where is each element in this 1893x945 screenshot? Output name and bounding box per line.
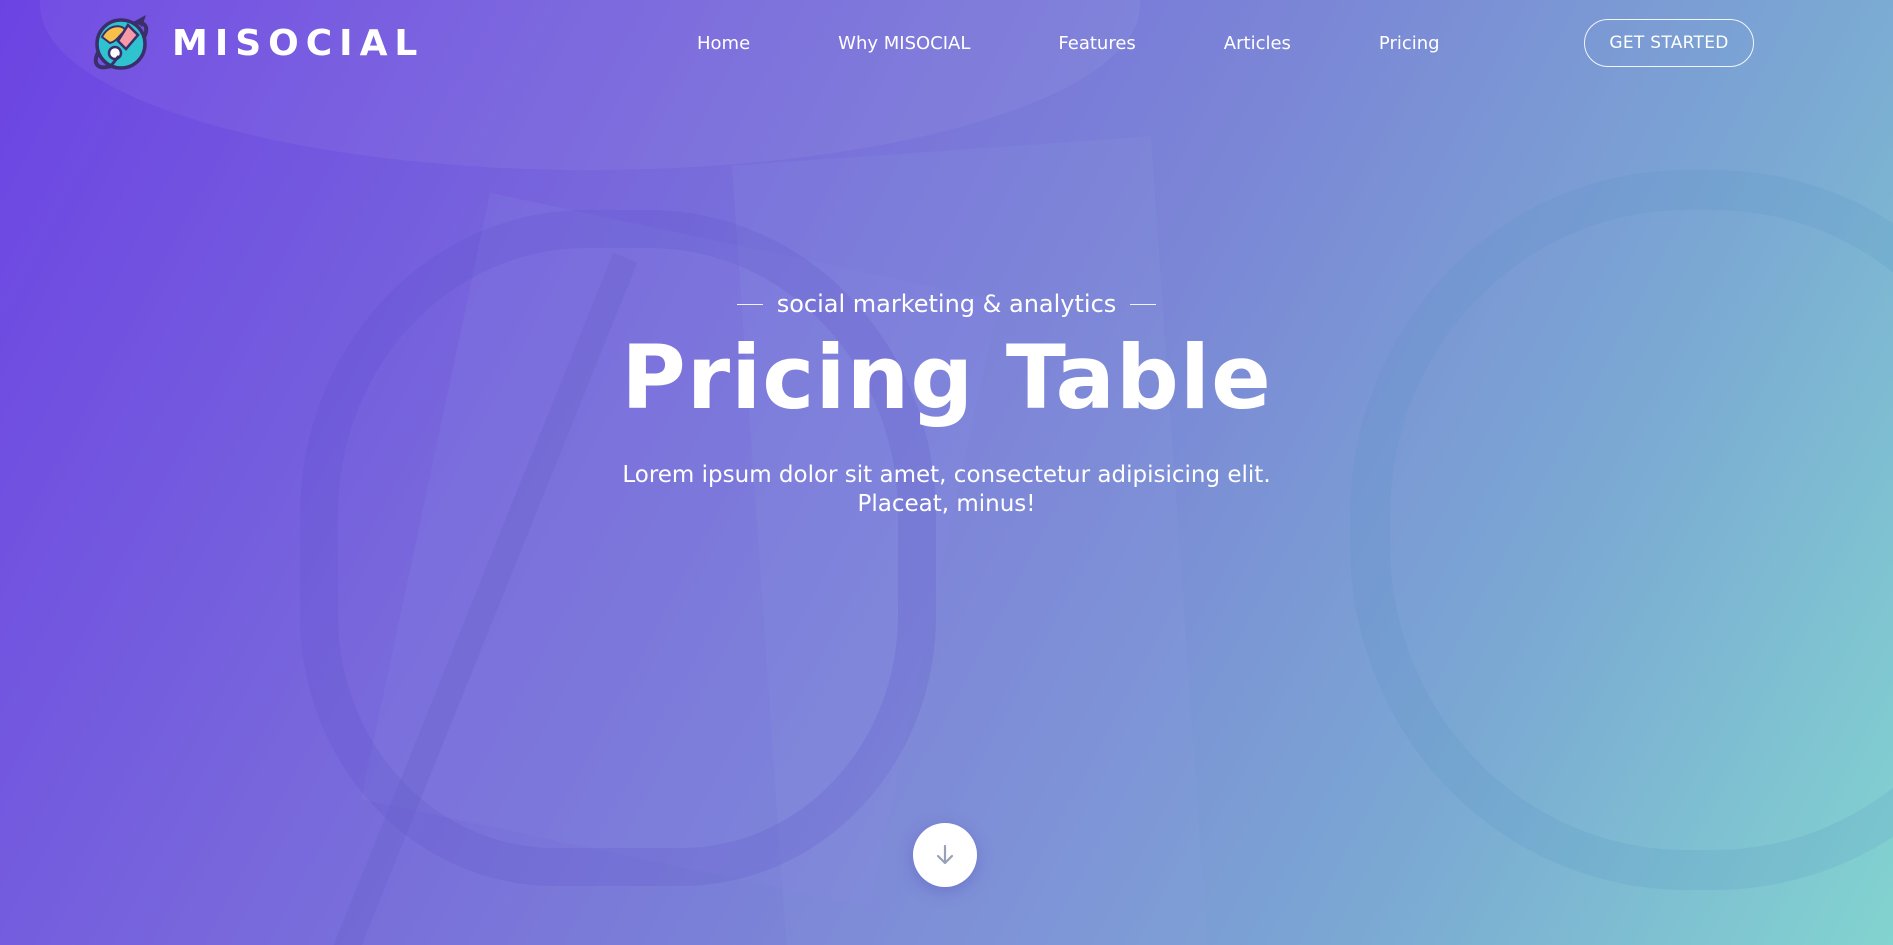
hero-content: social marketing & analytics Pricing Tab… xyxy=(0,290,1893,519)
brand-name: MISOCIAL xyxy=(172,22,425,64)
brand-logo[interactable]: MISOCIAL xyxy=(88,11,424,75)
hero-section: MISOCIAL Home Why MISOCIAL Features Arti… xyxy=(0,0,1893,945)
planet-rocket-icon xyxy=(93,15,149,70)
navbar: MISOCIAL Home Why MISOCIAL Features Arti… xyxy=(0,0,1893,88)
scroll-down-button[interactable] xyxy=(913,823,977,887)
nav-link-pricing[interactable]: Pricing xyxy=(1379,33,1440,54)
get-started-button[interactable]: GET STARTED xyxy=(1584,19,1754,67)
nav-link-articles[interactable]: Articles xyxy=(1224,33,1291,54)
nav-menu: Home Why MISOCIAL Features Articles Pric… xyxy=(697,33,1440,54)
kicker-dash-right xyxy=(1130,303,1157,305)
arrow-down-icon xyxy=(936,844,954,865)
nav-link-why-misocial[interactable]: Why MISOCIAL xyxy=(838,33,970,54)
kicker-dash-left xyxy=(736,303,763,305)
hero-kicker: social marketing & analytics xyxy=(736,290,1157,319)
background-photo-cup-right xyxy=(1350,170,1893,890)
page-title: Pricing Table xyxy=(621,326,1272,430)
nav-link-features[interactable]: Features xyxy=(1058,33,1135,54)
nav-link-home[interactable]: Home xyxy=(697,33,750,54)
hero-subtitle: Lorem ipsum dolor sit amet, consectetur … xyxy=(622,461,1271,517)
hero-kicker-text: social marketing & analytics xyxy=(776,290,1117,319)
background-photo-strip xyxy=(731,136,1209,945)
